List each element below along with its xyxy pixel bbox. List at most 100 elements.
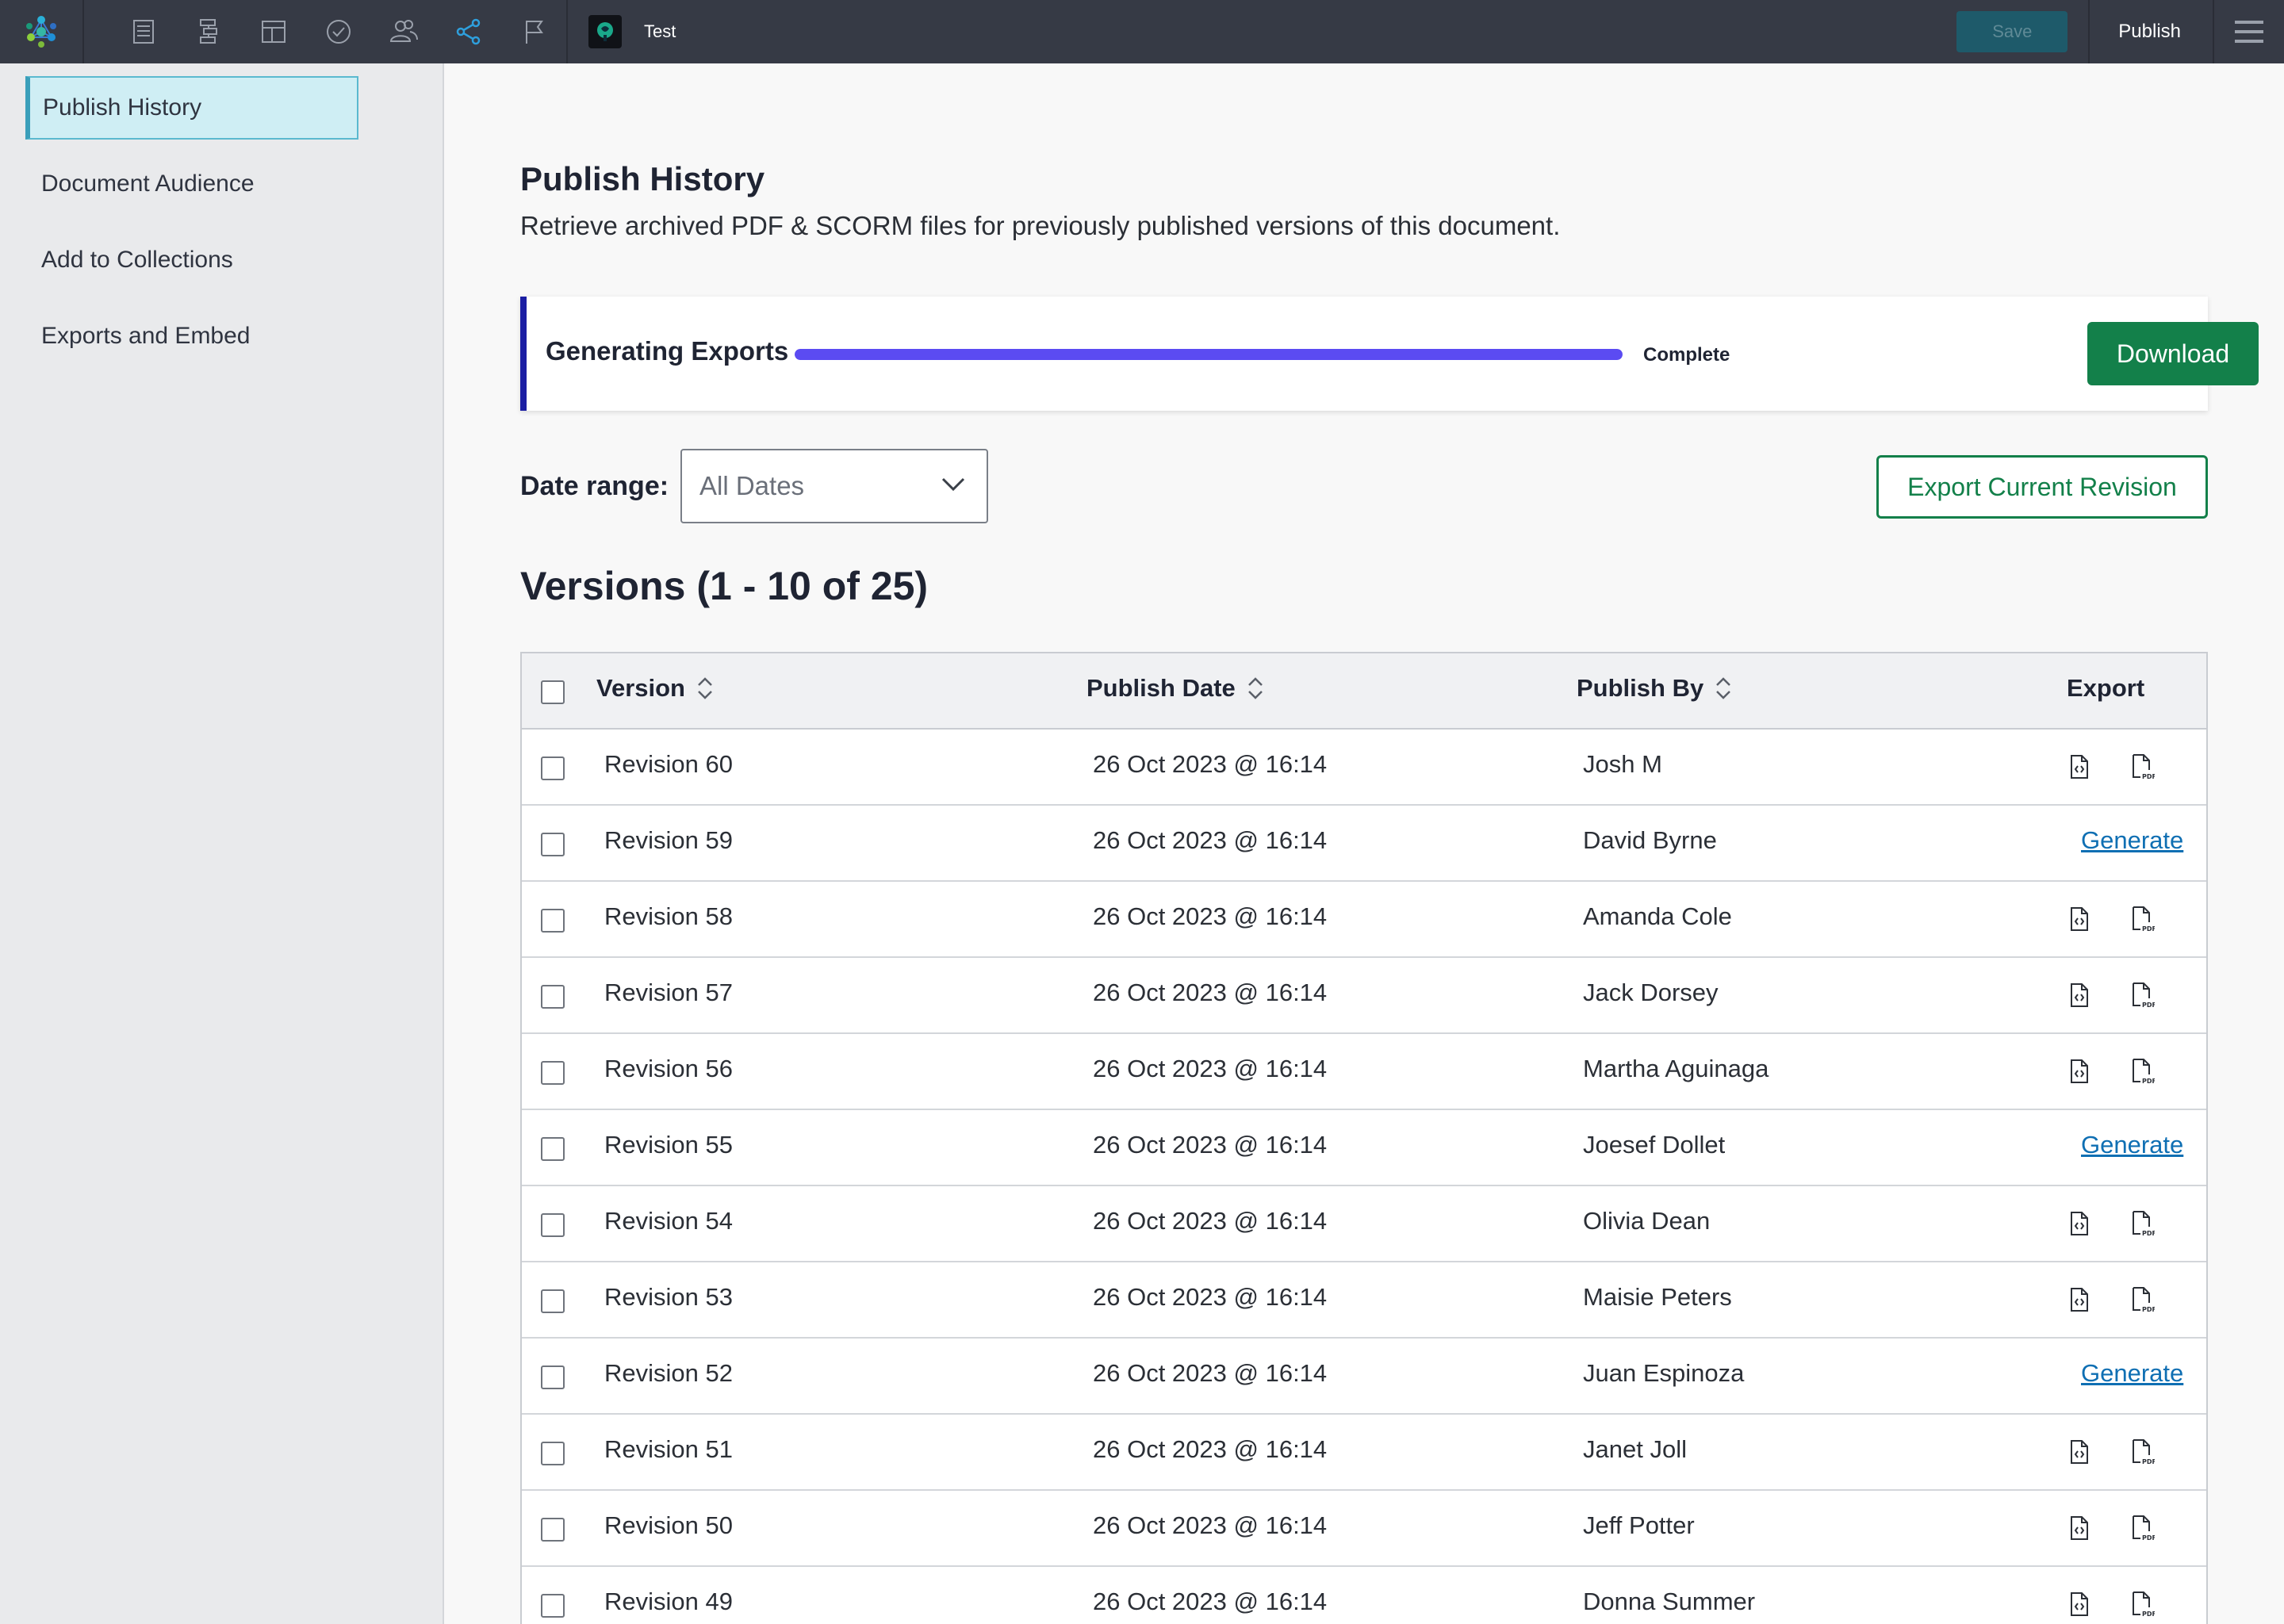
column-header-label: Publish Date [1086,674,1236,702]
versions-title: Versions (1 - 10 of 25) [520,564,929,608]
document-avatar[interactable] [588,15,622,48]
publish-by-cell: Jack Dorsey [1583,979,1719,1006]
scorm-file-icon[interactable] [2064,1510,2095,1546]
export-icons: PDF [2064,1434,2159,1470]
scorm-file-icon[interactable] [2064,749,2095,785]
column-header-publish-by[interactable]: Publish By [1577,674,1732,703]
sidebar-item-publish-history[interactable]: Publish History [25,76,358,140]
scorm-file-icon[interactable] [2064,1434,2095,1470]
check-circle-icon[interactable] [306,0,371,63]
date-range-value: All Dates [699,471,805,500]
publish-by-cell: David Byrne [1583,826,1717,854]
scorm-file-icon[interactable] [2064,977,2095,1013]
row-checkbox[interactable] [541,1061,565,1085]
export-current-revision-button[interactable]: Export Current Revision [1876,455,2208,519]
row-checkbox[interactable] [541,985,565,1009]
menu-icon[interactable] [2213,0,2284,63]
progress-bar-fill [795,349,1623,360]
publish-date-cell: 26 Oct 2023 @ 16:14 [1093,979,1328,1006]
scorm-file-icon[interactable] [2064,1281,2095,1318]
scorm-file-icon[interactable] [2064,901,2095,937]
generate-link[interactable]: Generate [2081,826,2183,855]
pdf-file-icon[interactable]: PDF [2127,1586,2159,1622]
publish-by-cell: Juan Espinoza [1583,1359,1745,1387]
version-cell: Revision 49 [604,1588,733,1615]
sidebar-item-add-to-collections[interactable]: Add to Collections [25,228,358,292]
column-header-export: Export [2067,674,2144,703]
table-row: Revision 56 26 Oct 2023 @ 16:14 Martha Agu… [522,1034,2206,1110]
svg-text:PDF: PDF [2142,1230,2155,1237]
row-checkbox[interactable] [541,1365,565,1389]
column-header-version[interactable]: Version [596,674,714,703]
publish-by-cell: Maisie Peters [1583,1283,1732,1311]
scorm-file-icon[interactable] [2064,1053,2095,1090]
outline-icon[interactable] [176,0,241,63]
export-icons: PDF [2064,749,2159,785]
table-row: Revision 51 26 Oct 2023 @ 16:14 Janet Joll… [522,1415,2206,1491]
row-checkbox[interactable] [541,756,565,780]
svg-text:PDF: PDF [2142,925,2155,933]
main-content: Publish History Retrieve archived PDF & … [446,63,2284,1624]
layout-icon[interactable] [241,0,306,63]
row-checkbox[interactable] [541,1137,565,1161]
pdf-file-icon[interactable]: PDF [2127,1510,2159,1546]
sidebar: Publish History Document Audience Add to… [0,63,444,1624]
publish-date-cell: 26 Oct 2023 @ 16:14 [1093,1588,1328,1615]
row-checkbox[interactable] [541,1594,565,1618]
top-bar: Test Save Publish [0,0,2284,63]
column-header-publish-date[interactable]: Publish Date [1086,674,1264,703]
row-checkbox[interactable] [541,1289,565,1313]
publish-by-cell: Joesef Dollet [1583,1131,1726,1159]
sidebar-item-exports-and-embed[interactable]: Exports and Embed [25,304,358,368]
date-range-select[interactable]: All Dates [680,449,988,523]
users-icon[interactable] [371,0,436,63]
export-icons: PDF [2064,1053,2159,1090]
pdf-file-icon[interactable]: PDF [2127,749,2159,785]
pdf-file-icon[interactable]: PDF [2127,1281,2159,1318]
pdf-file-icon[interactable]: PDF [2127,901,2159,937]
toolbar-icons [84,0,568,63]
publish-by-cell: Janet Joll [1583,1435,1687,1463]
pdf-file-icon[interactable]: PDF [2127,977,2159,1013]
app-logo-icon[interactable] [0,0,84,63]
scorm-file-icon[interactable] [2064,1205,2095,1242]
table-row: Revision 57 26 Oct 2023 @ 16:14 Jack Dorse… [522,958,2206,1034]
svg-text:PDF: PDF [2142,1611,2155,1618]
pdf-file-icon[interactable]: PDF [2127,1205,2159,1242]
generate-link[interactable]: Generate [2081,1359,2183,1388]
download-button[interactable]: Download [2087,322,2259,385]
version-cell: Revision 60 [604,750,733,778]
version-cell: Revision 55 [604,1131,733,1159]
svg-text:PDF: PDF [2142,1306,2155,1313]
document-icon[interactable] [111,0,176,63]
generating-exports-label: Generating Exports [546,336,789,366]
row-checkbox[interactable] [541,1518,565,1542]
row-checkbox[interactable] [541,1213,565,1237]
column-header-label: Export [2067,674,2145,702]
table-row: Revision 58 26 Oct 2023 @ 16:14 Amanda Col… [522,882,2206,958]
flag-icon[interactable] [501,0,566,63]
row-checkbox[interactable] [541,833,565,856]
pdf-file-icon[interactable]: PDF [2127,1053,2159,1090]
scorm-file-icon[interactable] [2064,1586,2095,1622]
publish-date-cell: 26 Oct 2023 @ 16:14 [1093,1435,1328,1463]
version-cell: Revision 54 [604,1207,733,1235]
share-icon[interactable] [436,0,501,63]
row-checkbox[interactable] [541,909,565,933]
sidebar-item-document-audience[interactable]: Document Audience [25,152,358,216]
generate-link[interactable]: Generate [2081,1131,2183,1159]
table-header: Version Publish Date Publish By Export [522,653,2206,730]
row-checkbox[interactable] [541,1442,565,1465]
svg-text:PDF: PDF [2142,1458,2155,1465]
table-row: Revision 54 26 Oct 2023 @ 16:14 Olivia Dea… [522,1186,2206,1262]
save-button[interactable]: Save [1956,11,2068,52]
publish-by-cell: Amanda Cole [1583,902,1732,930]
table-row: Revision 50 26 Oct 2023 @ 16:14 Jeff Potte… [522,1491,2206,1567]
publish-button[interactable]: Publish [2088,0,2213,63]
select-all-checkbox[interactable] [541,680,565,704]
sort-icon [1247,677,1263,699]
topbar-actions: Save Publish [1956,0,2284,63]
publish-date-cell: 26 Oct 2023 @ 16:14 [1093,1283,1328,1311]
publish-by-cell: Olivia Dean [1583,1207,1711,1235]
pdf-file-icon[interactable]: PDF [2127,1434,2159,1470]
